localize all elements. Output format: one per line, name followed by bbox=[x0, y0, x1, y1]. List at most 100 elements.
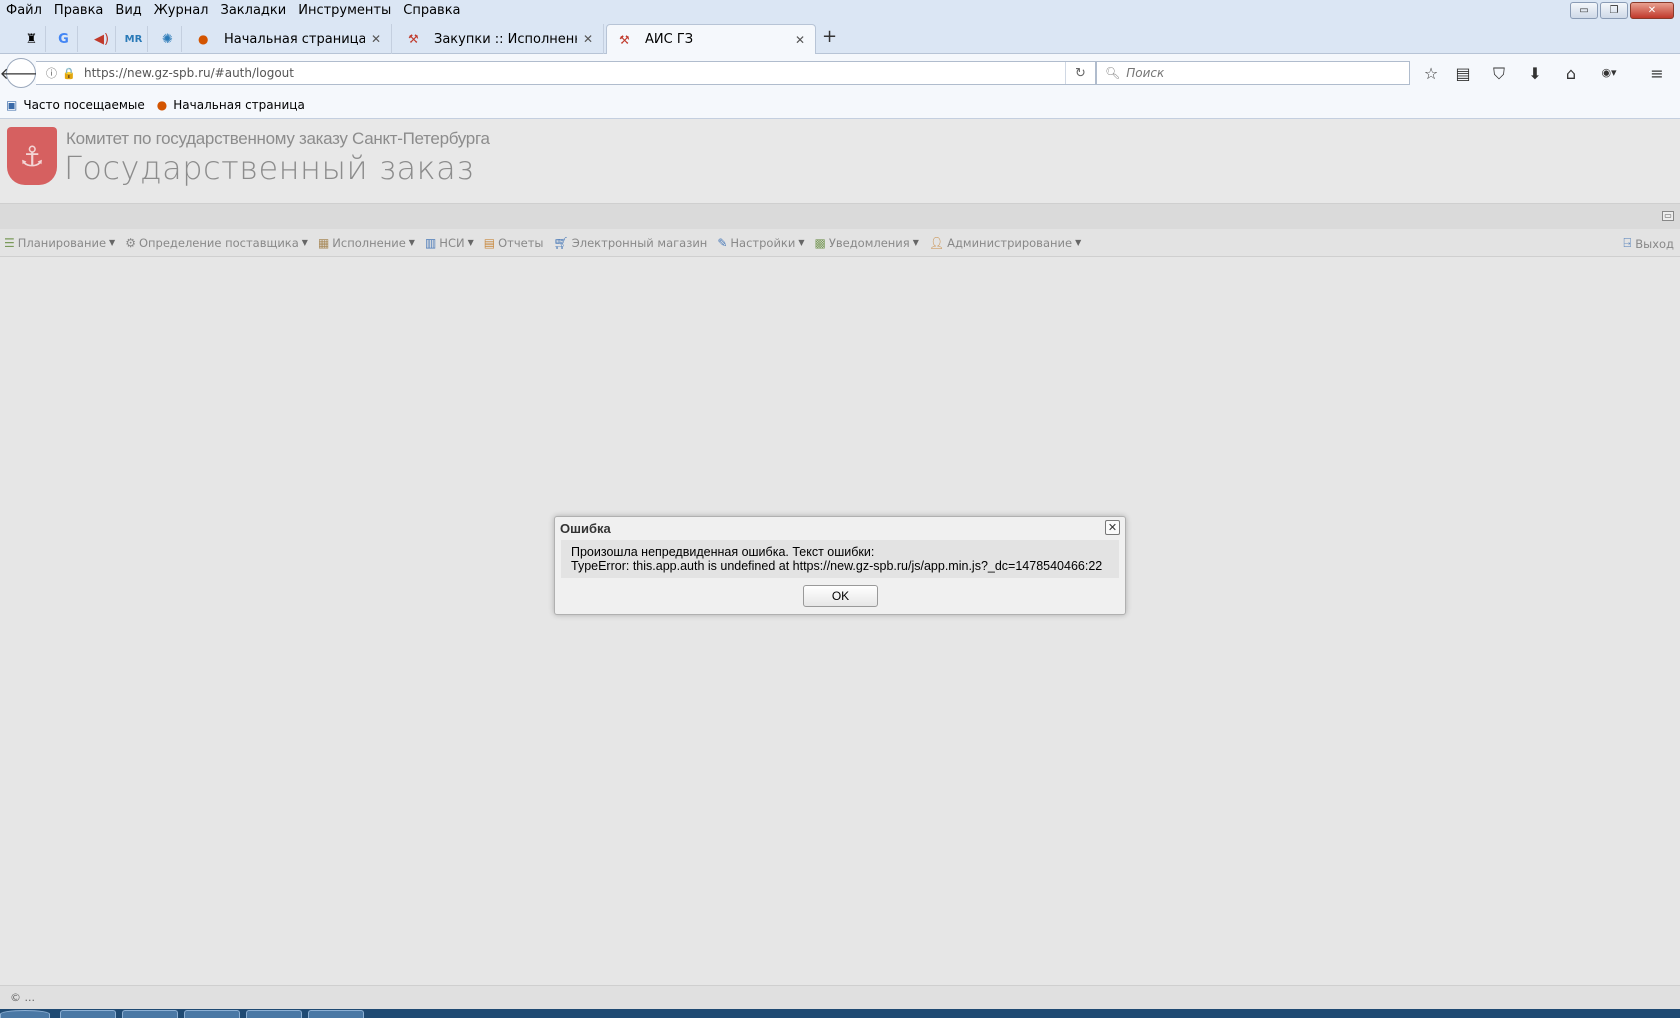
taskbar-item[interactable] bbox=[184, 1010, 240, 1018]
menu-label: Администрирование bbox=[947, 235, 1073, 250]
chevron-down-icon: ▼ bbox=[1075, 238, 1082, 247]
footer-text: © ... bbox=[10, 991, 35, 1004]
taskbar-item[interactable] bbox=[122, 1010, 178, 1018]
ok-button[interactable]: OK bbox=[803, 585, 878, 607]
menu-edit[interactable]: Правка bbox=[54, 3, 103, 18]
firefox-icon: ● bbox=[198, 32, 209, 46]
menu-label: Планирование bbox=[17, 235, 107, 250]
menu-help[interactable]: Справка bbox=[403, 3, 460, 18]
bookmarks-bar: ▣ Часто посещаемые ● Начальная страница bbox=[0, 92, 1680, 119]
menu-view[interactable]: Вид bbox=[115, 3, 141, 18]
menu-tools[interactable]: Инструменты bbox=[298, 3, 391, 18]
menu-label: Уведомления bbox=[828, 235, 910, 250]
taskbar-item[interactable] bbox=[60, 1010, 116, 1018]
reading-list-icon[interactable]: ▤ bbox=[1452, 64, 1474, 83]
pinned-tab-mr[interactable]: MR bbox=[120, 26, 148, 52]
boxes-icon: ▦ bbox=[317, 235, 330, 250]
taskbar-item[interactable] bbox=[246, 1010, 302, 1018]
header-title: Государственный заказ bbox=[64, 149, 475, 187]
menu-notifications[interactable]: ▩ Уведомления ▼ bbox=[815, 236, 919, 250]
wrench-icon: ✎ bbox=[717, 235, 728, 250]
menu-bookmarks[interactable]: Закладки bbox=[221, 3, 287, 18]
menu-execution[interactable]: ▦ Исполнение ▼ bbox=[318, 236, 415, 250]
hamburger-menu-icon[interactable]: ≡ bbox=[1646, 64, 1668, 83]
pocket-icon[interactable]: ⛉ bbox=[1488, 64, 1510, 84]
menu-bar: Файл Правка Вид Журнал Закладки Инструме… bbox=[0, 0, 1680, 20]
taskbar-item[interactable] bbox=[308, 1010, 364, 1018]
back-button[interactable]: 🡐 bbox=[0, 58, 42, 88]
search-bar[interactable]: 🔍︎ bbox=[1096, 61, 1410, 85]
logout-label: Выход bbox=[1635, 236, 1674, 251]
pinned-tab-google[interactable]: G bbox=[50, 26, 78, 52]
reload-icon: ↻ bbox=[1075, 65, 1086, 81]
logout-button[interactable]: ⍈ Выход bbox=[1623, 236, 1674, 251]
report-icon: ▤ bbox=[483, 235, 496, 250]
menu-e-shop[interactable]: 🛒︎ Электронный магазин bbox=[553, 236, 707, 250]
error-message-line-2: TypeError: this.app.auth is undefined at… bbox=[571, 559, 1103, 573]
new-tab-button[interactable]: + bbox=[822, 26, 837, 47]
chevron-down-icon: ▼ bbox=[301, 238, 308, 247]
download-icon[interactable]: ⬇ bbox=[1524, 64, 1546, 83]
start-button[interactable] bbox=[0, 1010, 50, 1018]
menu-file[interactable]: Файл bbox=[6, 3, 42, 18]
restore-button[interactable]: ❐ bbox=[1600, 2, 1628, 19]
close-tab-icon[interactable]: ✕ bbox=[583, 32, 593, 46]
tab-ais-gz[interactable]: ⚒ АИС ГЗ ✕ bbox=[606, 24, 816, 54]
menu-label: НСИ bbox=[439, 235, 465, 250]
book-icon: ▥ bbox=[424, 235, 437, 250]
menu-nsi[interactable]: ▥ НСИ ▼ bbox=[425, 236, 474, 250]
url-bar[interactable]: ⓘ 🔒 https://new.gz-spb.ru/#auth/logout ↻ bbox=[36, 61, 1096, 85]
close-window-button[interactable]: ✕ bbox=[1630, 2, 1674, 19]
bookmark-most-visited[interactable]: ▣ Часто посещаемые bbox=[6, 98, 145, 112]
error-dialog: Ошибка ✕ Произошла непредвиденная ошибка… bbox=[554, 516, 1126, 615]
search-icon: 🔍︎ bbox=[1105, 66, 1121, 80]
close-tab-icon[interactable]: ✕ bbox=[795, 33, 805, 47]
reload-button[interactable]: ↻ bbox=[1065, 62, 1095, 84]
info-icon[interactable]: ⓘ bbox=[46, 65, 62, 81]
menu-supplier-selection[interactable]: ⚙ Определение поставщика ▼ bbox=[125, 236, 308, 250]
tab-zakupki[interactable]: ⚒ Закупки :: Исполненные ... ✕ bbox=[396, 24, 604, 54]
firefox-icon: ● bbox=[156, 98, 168, 112]
menu-planning[interactable]: ☰ Планирование ▼ bbox=[4, 236, 115, 250]
chevron-down-icon: ▼ bbox=[798, 238, 805, 247]
menu-settings[interactable]: ✎ Настройки ▼ bbox=[717, 236, 804, 250]
pinned-tab-5[interactable]: ✺ bbox=[154, 26, 182, 52]
search-input[interactable] bbox=[1126, 66, 1387, 80]
chevron-down-icon: ▼ bbox=[912, 238, 919, 247]
tab-label: АИС ГЗ bbox=[645, 32, 694, 47]
cart-icon: 🛒︎ bbox=[553, 235, 569, 250]
star-bookmark-icon[interactable]: ☆ bbox=[1420, 64, 1442, 83]
menu-label: Исполнение bbox=[332, 235, 406, 250]
spb-emblem-icon: ⚓ bbox=[7, 127, 57, 185]
notification-icon: ▩ bbox=[814, 235, 826, 250]
menu-administration[interactable]: 👤︎ Администрирование ▼ bbox=[929, 236, 1081, 250]
exit-door-icon: ⍈ bbox=[1623, 236, 1632, 251]
most-visited-icon: ▣ bbox=[6, 98, 18, 112]
collapse-header-button[interactable]: ▭ bbox=[1662, 211, 1674, 221]
dialog-message: Произошла непредвиденная ошибка. Текст о… bbox=[561, 540, 1119, 578]
dialog-close-button[interactable]: ✕ bbox=[1105, 520, 1120, 535]
menu-history[interactable]: Журнал bbox=[154, 3, 209, 18]
tab-label: Начальная страница Mozi... bbox=[224, 31, 365, 47]
blue-flower-icon: ✺ bbox=[162, 31, 173, 47]
menu-label: Электронный магазин bbox=[571, 235, 708, 250]
tab-mozilla-start[interactable]: ● Начальная страница Mozi... ✕ bbox=[186, 24, 392, 54]
pinned-tab-3[interactable]: ◀) bbox=[88, 26, 116, 52]
menu-label: Определение поставщика bbox=[138, 235, 299, 250]
bookmark-label: Начальная страница bbox=[173, 98, 305, 112]
tab-bar: ♜ G ◀) MR ✺ ● Начальная страница Mozi...… bbox=[0, 20, 1680, 54]
lock-icon[interactable]: 🔒 bbox=[62, 67, 78, 80]
app-main-menu: ☰ Планирование ▼ ⚙ Определение поставщик… bbox=[0, 229, 1680, 257]
adblock-icon[interactable]: ◉▾ bbox=[1598, 66, 1620, 79]
bookmark-start-page[interactable]: ● Начальная страница bbox=[157, 98, 305, 112]
home-icon[interactable]: ⌂ bbox=[1560, 64, 1582, 83]
app-header: ⚓ Комитет по государственному заказу Сан… bbox=[0, 119, 1680, 203]
minimize-button[interactable]: ▭ bbox=[1570, 2, 1598, 19]
menu-reports[interactable]: ▤ Отчеты bbox=[484, 236, 544, 250]
pinned-tab-1[interactable]: ♜ bbox=[18, 26, 46, 52]
error-message-line-1: Произошла непредвиденная ошибка. Текст о… bbox=[571, 545, 875, 559]
user-admin-icon: 👤︎ bbox=[928, 235, 945, 250]
close-tab-icon[interactable]: ✕ bbox=[371, 32, 381, 46]
header-subtitle: Комитет по государственному заказу Санкт… bbox=[66, 129, 490, 148]
url-text[interactable]: https://new.gz-spb.ru/#auth/logout bbox=[84, 66, 294, 80]
